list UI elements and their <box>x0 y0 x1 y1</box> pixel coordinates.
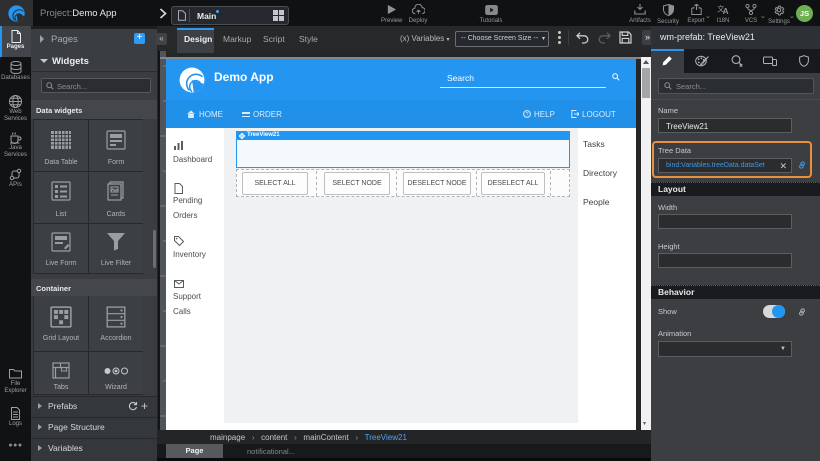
svg-text:?: ? <box>526 112 529 118</box>
svg-text:A: A <box>722 7 728 15</box>
